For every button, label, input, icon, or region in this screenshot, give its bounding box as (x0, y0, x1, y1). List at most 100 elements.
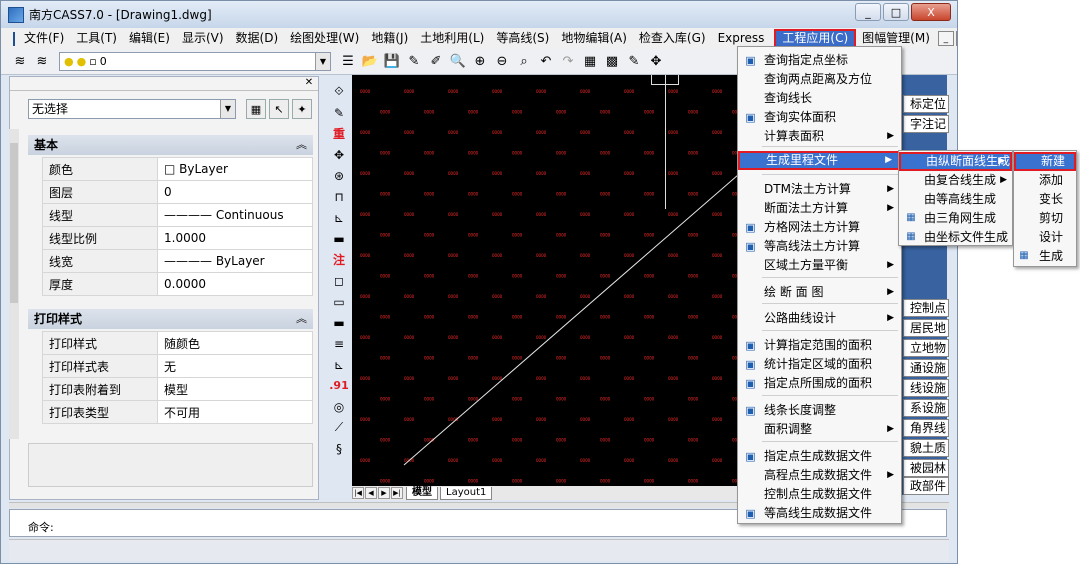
prop-value[interactable]: 模型 (157, 377, 313, 401)
menu-3[interactable]: 显示(V) (176, 29, 230, 48)
submenu-item[interactable]: ▦ 由坐标文件生成 (899, 228, 1012, 247)
section-basic[interactable]: 基本 ︽ (28, 135, 313, 155)
drawing-canvas[interactable]: 0000 0000 0000 0000 0000 0000 0000 0000 0000 0000… (352, 75, 738, 486)
linetype-icon[interactable]: ☰ (339, 53, 357, 71)
submenu-item[interactable]: 由等高线生成 (899, 190, 1012, 209)
side-tool-icon[interactable]: ⟐ (329, 81, 349, 102)
grid-icon[interactable]: ▩ (603, 53, 621, 71)
zoom-window-icon[interactable]: ⊕ (471, 53, 489, 71)
right-panel-item[interactable]: 线设施 (903, 379, 949, 397)
right-panel-item[interactable]: 通设施 (903, 359, 949, 377)
menu-item[interactable]: ▣ 计算指定范围的面积 (738, 336, 901, 355)
menu-item[interactable]: ▣ 方格网法土方计算 (738, 218, 901, 237)
menu-item[interactable]: 高程点生成数据文件 ▶ (738, 466, 901, 485)
prop-value[interactable]: ———— Continuous (157, 203, 313, 227)
prop-value[interactable]: 不可用 (157, 400, 313, 424)
menu-item[interactable]: 计算表面积 ▶ (738, 127, 901, 146)
menu-10[interactable]: 检查入库(G) (633, 29, 712, 48)
table-row[interactable]: 打印表类型 不可用 (42, 400, 313, 424)
tab-layout1[interactable]: Layout1 (440, 486, 493, 500)
polyline[interactable] (403, 174, 738, 466)
tool-heavy[interactable]: 重 (329, 123, 349, 144)
menu-item[interactable]: 公路曲线设计 ▶ (738, 309, 901, 328)
layer-combo[interactable]: ● ● ▫ 0 ▼ (59, 52, 331, 71)
side-tool-icon[interactable]: ⊛ (329, 165, 349, 186)
chevron-up-icon[interactable]: ︽ (296, 135, 307, 155)
toolbar-icon[interactable]: ▦ (581, 53, 599, 71)
pickadd-icon[interactable]: ✦ (292, 99, 312, 119)
side-tool-icon[interactable]: ⊾ (329, 207, 349, 228)
menu-5[interactable]: 绘图处理(W) (284, 29, 365, 48)
open-icon[interactable]: 📂 (361, 53, 379, 71)
menu-item[interactable]: ▣ 等高线法土方计算 (738, 237, 901, 256)
move-icon[interactable]: ✥ (647, 53, 665, 71)
chevron-down-icon[interactable]: ▼ (315, 53, 330, 70)
submenu-item[interactable]: 添加 (1014, 171, 1076, 190)
side-tool-icon[interactable]: ⊾ (329, 354, 349, 375)
right-panel-item[interactable]: 角界线 (903, 419, 949, 437)
prop-value[interactable]: 0 (157, 180, 313, 204)
right-panel-item[interactable]: 被园林 (903, 459, 949, 477)
menu-item[interactable]: 查询线长 (738, 89, 901, 108)
maximize-button[interactable]: □ (883, 3, 909, 21)
draw-icon[interactable]: ✎ (625, 53, 643, 71)
side-tool-icon[interactable]: ◻ (329, 270, 349, 291)
menu-item[interactable]: ▣ 查询实体面积 (738, 108, 901, 127)
side-tool-icon[interactable]: ▬ (329, 228, 349, 249)
side-tool-icon[interactable]: ▭ (329, 291, 349, 312)
right-panel-item[interactable]: 立地物 (903, 339, 949, 357)
submenu-item[interactable]: 由纵断面线生成 ▶ (899, 152, 1012, 171)
right-panel-item[interactable]: 系设施 (903, 399, 949, 417)
menu-1[interactable]: 工具(T) (70, 29, 123, 48)
menu-9[interactable]: 地物编辑(A) (555, 29, 633, 48)
menu-item[interactable]: 区域土方量平衡 ▶ (738, 256, 901, 275)
edit-icon[interactable]: ✐ (427, 53, 445, 71)
right-panel-item[interactable]: 标定位 (903, 95, 949, 113)
menu-0[interactable]: 文件(F) (18, 29, 70, 48)
table-row[interactable]: 线型 ———— Continuous (42, 203, 313, 227)
menu-item[interactable]: ▣ 查询指定点坐标 (738, 51, 901, 70)
submenu-item[interactable]: 剪切 (1014, 209, 1076, 228)
table-row[interactable]: 颜色 □ ByLayer (42, 157, 313, 181)
zoom-extents-icon[interactable]: ⌕ (515, 53, 533, 71)
submenu-item[interactable]: ▦ 由三角网生成 (899, 209, 1012, 228)
submenu-item[interactable]: 新建 (1014, 152, 1076, 171)
minimize-button[interactable]: _ (855, 3, 881, 21)
menu-item[interactable]: 生成里程文件 ▶ (738, 151, 901, 170)
selection-combo[interactable]: 无选择 ▼ (28, 99, 236, 119)
zoom-icon[interactable]: 🔍 (449, 53, 467, 71)
menu-7[interactable]: 土地利用(L) (414, 29, 490, 48)
prop-value[interactable]: ———— ByLayer (157, 249, 313, 273)
menu-item[interactable]: ▣ 线条长度调整 (738, 401, 901, 420)
prop-value[interactable]: 1.0000 (157, 226, 313, 250)
table-row[interactable]: 打印样式表无 (42, 354, 313, 378)
menu-item[interactable]: ▣ 等高线生成数据文件 (738, 504, 901, 523)
menu-item[interactable]: 断面法土方计算 ▶ (738, 199, 901, 218)
side-tool-icon[interactable]: ⊓ (329, 186, 349, 207)
table-row[interactable]: 线型比例 1.0000 (42, 226, 313, 250)
quick-select-icon[interactable]: ▦ (246, 99, 266, 119)
first-tab-icon[interactable]: |◀ (352, 487, 364, 499)
prop-value[interactable]: 随颜色 (157, 331, 313, 355)
table-row[interactable]: 线宽 ———— ByLayer (42, 249, 313, 273)
layer-state-icon[interactable]: ≋ (33, 53, 51, 71)
undo-icon[interactable]: ↶ (537, 53, 555, 71)
next-tab-icon[interactable]: ▶ (378, 487, 390, 499)
right-panel-item[interactable]: 控制点 (903, 299, 949, 317)
menu-6[interactable]: 地籍(J) (365, 29, 414, 48)
props-scrollbar[interactable] (9, 129, 19, 439)
redo-icon[interactable]: ↷ (559, 53, 577, 71)
tool-annotate[interactable]: 注 (329, 249, 349, 270)
table-row[interactable]: 打印表附着到 模型 (42, 377, 313, 401)
tool-elevation[interactable]: .91 (329, 375, 349, 396)
submenu-item[interactable]: 变长 (1014, 190, 1076, 209)
menu-item[interactable]: ▣ 指定点生成数据文件 (738, 447, 901, 466)
table-row[interactable]: 图层 0 (42, 180, 313, 204)
layers-icon[interactable]: ≋ (11, 53, 29, 71)
submenu-item[interactable]: 设计 (1014, 228, 1076, 247)
side-tool-icon[interactable]: ⟋ (329, 417, 349, 438)
right-panel-item[interactable]: 政部件 (903, 477, 949, 495)
menu-item[interactable]: 绘 断 面 图 ▶ (738, 283, 901, 302)
chevron-up-icon[interactable]: ︽ (296, 309, 307, 329)
mdi-restore-icon[interactable]: ▫ (955, 31, 957, 46)
